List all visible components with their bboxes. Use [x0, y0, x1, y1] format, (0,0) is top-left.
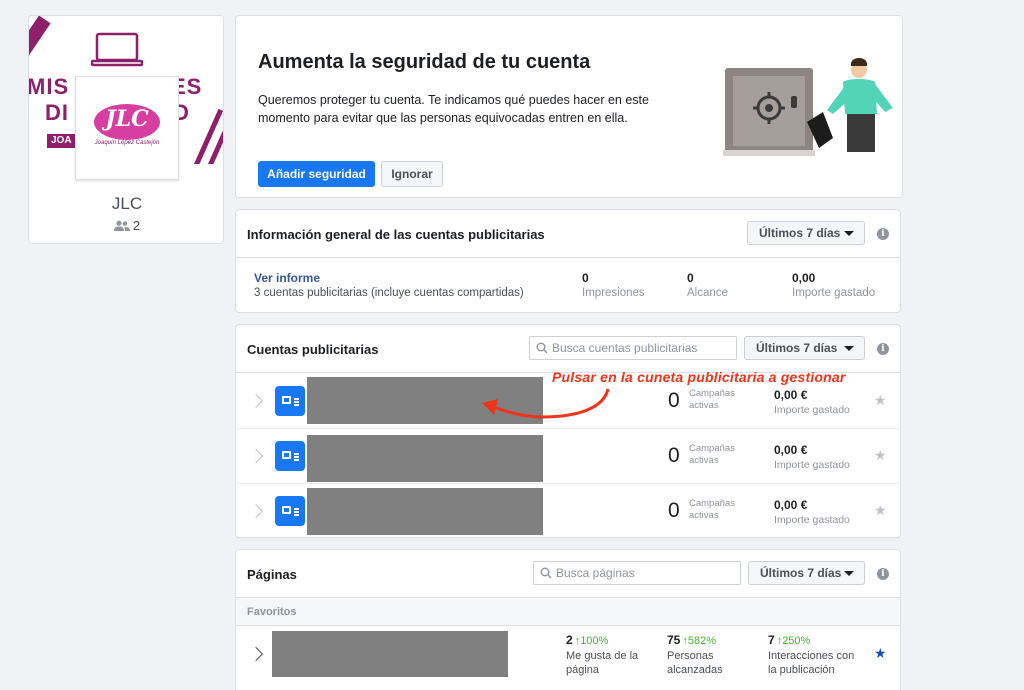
active-campaigns-count: 0	[668, 444, 680, 467]
chevron-right-icon[interactable]	[248, 646, 264, 662]
metric-label: Importe gastado	[792, 287, 876, 299]
amount-spent: 0,00 €	[774, 388, 808, 402]
active-campaigns-count: 0	[668, 499, 680, 522]
ad-accounts-card: Cuentas publicitarias Busca cuentas publ…	[235, 324, 901, 539]
search-placeholder: Busca cuentas publicitarias	[552, 341, 698, 355]
search-placeholder: Busca páginas	[556, 566, 635, 580]
active-campaigns-label: Campañas activas	[689, 443, 735, 466]
ad-account-row[interactable]: 0 Campañas activas 0,00 € Importe gastado…	[236, 484, 900, 539]
search-ad-accounts-input[interactable]: Busca cuentas publicitarias	[529, 336, 737, 360]
redacted-account-name[interactable]	[307, 488, 543, 535]
date-range-dropdown[interactable]: Últimos 7 días	[748, 561, 865, 585]
overview-title: Información general de las cuentas publi…	[247, 227, 545, 242]
active-campaigns-label: Campañas activas	[689, 388, 735, 411]
ignore-button[interactable]: Ignorar	[381, 161, 443, 187]
star-icon[interactable]: ★	[874, 447, 887, 464]
redacted-page-name[interactable]	[272, 631, 508, 677]
ad-account-icon	[275, 386, 305, 416]
logo-letters: JLC	[105, 106, 149, 132]
logo-subtext: Joaquín López Castejón	[94, 140, 160, 146]
post-engagement-metric: 7 ↑250% Interacciones con la publicación	[768, 633, 855, 676]
page-name[interactable]: JLC	[29, 194, 223, 214]
add-security-button[interactable]: Añadir seguridad	[258, 161, 375, 187]
search-pages-input[interactable]: Busca páginas	[533, 561, 741, 585]
amount-spent: 0,00 €	[774, 443, 808, 457]
pages-card: Páginas Busca páginas Últimos 7 días i F…	[235, 549, 901, 690]
card-header: Cuentas publicitarias Busca cuentas publ…	[236, 325, 900, 373]
ad-account-icon	[275, 441, 305, 471]
cover-text: MIS	[29, 74, 70, 99]
page-likes-metric: 2 ↑100% Me gusta de la página	[566, 633, 639, 676]
security-card: Aumenta la seguridad de tu cuenta Querem…	[235, 15, 903, 198]
followers-value: 2	[132, 218, 141, 233]
redacted-account-name[interactable]	[307, 435, 543, 482]
ad-account-row[interactable]: 0 Campañas activas 0,00 € Importe gastado…	[236, 429, 900, 484]
pages-title: Páginas	[247, 567, 297, 582]
page-row[interactable]: 2 ↑100% Me gusta de la página 75 ↑582% Pers…	[236, 627, 900, 682]
star-icon[interactable]: ★	[874, 502, 887, 519]
active-campaigns-count: 0	[668, 389, 680, 412]
search-icon	[540, 567, 552, 579]
laptop-icon	[91, 32, 143, 67]
info-icon[interactable]: i	[877, 228, 889, 240]
metric-value: 0	[687, 271, 694, 285]
star-icon[interactable]: ★	[874, 392, 887, 409]
cover-text: DI	[45, 100, 69, 125]
caret-down-icon	[844, 231, 854, 236]
amount-spent-label: Importe gastado	[774, 514, 850, 526]
page-profile-card[interactable]: MIS DI ES D JOA JLC Joaquín López Castej…	[28, 15, 224, 244]
security-title: Aumenta la seguridad de tu cuenta	[258, 51, 591, 73]
people-reached-metric: 75 ↑582% Personas alcanzadas	[667, 633, 723, 676]
jlc-logo: JLC Joaquín López Castejón	[90, 100, 164, 156]
overview-subtitle: 3 cuentas publicitarias (incluye cuentas…	[254, 287, 524, 299]
caret-down-icon	[844, 346, 854, 351]
metric-value: 0	[582, 271, 589, 285]
star-icon[interactable]: ★	[874, 645, 887, 662]
favorites-section-label: Favoritos	[236, 599, 900, 626]
followers-count: 2	[29, 218, 223, 233]
metric-reach: 0 Alcance	[687, 271, 728, 299]
amount-spent-label: Importe gastado	[774, 459, 850, 471]
metric-impressions: 0 Impresiones	[582, 271, 645, 299]
search-icon	[536, 342, 548, 354]
date-range-dropdown[interactable]: Últimos 7 días	[744, 336, 865, 360]
amount-spent-label: Importe gastado	[774, 404, 850, 416]
date-range-label: Últimos 7 días	[756, 341, 838, 355]
date-range-label: Últimos 7 días	[759, 226, 841, 240]
ad-account-icon	[275, 496, 305, 526]
date-range-dropdown[interactable]: Últimos 7 días	[747, 221, 865, 245]
card-header: Información general de las cuentas publi…	[236, 210, 900, 258]
info-icon[interactable]: i	[877, 343, 889, 355]
active-campaigns-label: Campañas activas	[689, 498, 735, 521]
chevron-right-icon[interactable]	[248, 503, 264, 519]
annotation-arrow-icon	[482, 388, 610, 419]
caret-down-icon	[844, 571, 854, 576]
view-report-link[interactable]: Ver informe	[254, 271, 320, 285]
chevron-right-icon[interactable]	[248, 448, 264, 464]
metric-amount-spent: 0,00 Importe gastado	[792, 271, 875, 299]
info-icon[interactable]: i	[877, 568, 889, 580]
people-icon	[113, 220, 130, 231]
tutorial-annotation: Pulsar en la cuneta publicitaria a gesti…	[552, 369, 846, 385]
metric-label: Impresiones	[582, 287, 645, 299]
ad-accounts-overview-card: Información general de las cuentas publi…	[235, 209, 901, 313]
date-range-label: Últimos 7 días	[760, 566, 842, 580]
chevron-right-icon[interactable]	[248, 393, 264, 409]
safe-illustration	[723, 58, 893, 156]
metric-label: Alcance	[687, 287, 728, 299]
card-header: Páginas Busca páginas Últimos 7 días i	[236, 550, 900, 598]
avatar[interactable]: JLC Joaquín López Castejón	[75, 76, 179, 180]
amount-spent: 0,00 €	[774, 498, 808, 512]
accounts-title: Cuentas publicitarias	[247, 342, 379, 357]
metric-value: 0,00	[792, 271, 816, 285]
security-description: Queremos proteger tu cuenta. Te indicamo…	[258, 93, 649, 125]
